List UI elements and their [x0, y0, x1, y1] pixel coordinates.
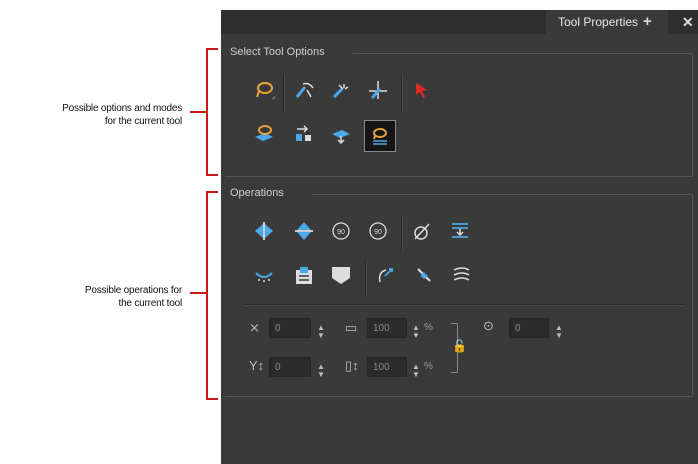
separator	[401, 216, 403, 252]
annotation-operations-line2: the current tool	[118, 298, 182, 309]
close-icon[interactable]: ✕	[682, 10, 694, 34]
y-offset-icon: Y↕	[249, 358, 265, 373]
width-icon: ▭	[345, 320, 358, 335]
width-field[interactable]: 100	[367, 318, 407, 338]
rotate-90-cw-icon[interactable]: 90	[328, 218, 354, 244]
lasso-selected-icon[interactable]	[364, 120, 396, 152]
width-spin-icon[interactable]: ▲ ▼	[412, 324, 420, 340]
tool-properties-panel: Tool Properties + ✕ Select Tool Options	[221, 10, 698, 464]
options-bracket	[206, 48, 218, 176]
cutter-icon[interactable]	[411, 262, 437, 288]
plus-icon[interactable]: +	[643, 10, 652, 34]
operations-group: Operations 90 90 ⨯ 0 ▲ ▼ ▭ 100 ▲ ▼ % ⊙ 0…	[225, 187, 693, 397]
select-brush-icon[interactable]	[328, 77, 354, 103]
flatten-icon[interactable]	[447, 218, 473, 244]
create-color-art-icon[interactable]	[328, 262, 354, 288]
lasso-icon[interactable]	[251, 77, 277, 103]
x-spin-icon[interactable]: ▲ ▼	[317, 324, 325, 340]
tab-title: Tool Properties	[558, 15, 639, 29]
select-tool-options-group: Select Tool Options	[225, 46, 693, 177]
width-percent: %	[424, 322, 433, 333]
annotation-options-line2: for the current tool	[104, 116, 182, 127]
group-rule	[353, 53, 693, 54]
x-offset-icon: ⨯	[249, 320, 260, 335]
red-arrow-icon[interactable]	[409, 77, 435, 103]
select-transform-icon[interactable]	[291, 77, 317, 103]
group-rule	[311, 194, 693, 195]
operations-bracket	[206, 191, 218, 400]
contour-icon[interactable]	[449, 262, 475, 288]
svg-text:90: 90	[374, 229, 382, 236]
annotation-operations: Possible operations for the current tool	[0, 284, 182, 310]
annotation-options: Possible options and modes for the curre…	[0, 102, 182, 128]
distribute-icon[interactable]	[291, 262, 317, 288]
y-spin-icon[interactable]: ▲ ▼	[317, 363, 325, 379]
angle-icon: ⊙	[483, 318, 494, 333]
separator	[283, 75, 285, 111]
annotation-options-line1: Possible options and modes	[62, 103, 182, 114]
height-spin-icon[interactable]: ▲ ▼	[412, 363, 420, 379]
svg-text:90: 90	[337, 229, 345, 236]
tab-bar: Tool Properties + ✕	[221, 10, 698, 34]
separator	[401, 75, 403, 111]
annotation-operations-tick	[190, 292, 206, 294]
y-field[interactable]: 0	[269, 357, 311, 377]
separator	[365, 260, 367, 296]
operations-divider	[245, 304, 685, 306]
bend-icon[interactable]	[373, 262, 399, 288]
group-rule	[692, 53, 693, 176]
x-field[interactable]: 0	[269, 318, 311, 338]
flip-vertical-icon[interactable]	[291, 218, 317, 244]
select-pencil-icon[interactable]	[365, 77, 391, 103]
group-rule	[692, 194, 693, 396]
height-icon: ▯↕	[345, 358, 359, 373]
operations-title: Operations	[227, 187, 287, 199]
dropper-icon[interactable]	[409, 218, 435, 244]
height-field[interactable]: 100	[367, 357, 407, 377]
select-tool-options-title: Select Tool Options	[227, 46, 328, 58]
apply-layer-icon[interactable]	[328, 121, 354, 147]
lasso-layer-icon[interactable]	[251, 121, 277, 147]
cut-icon[interactable]	[291, 121, 317, 147]
group-rule	[225, 176, 693, 177]
lock-icon[interactable]: 🔓	[452, 339, 467, 353]
group-rule	[225, 396, 693, 397]
annotation-options-tick	[190, 111, 206, 113]
annotation-operations-line1: Possible operations for	[84, 285, 182, 296]
smooth-icon[interactable]	[251, 262, 277, 288]
height-percent: %	[424, 361, 433, 372]
flip-horizontal-icon[interactable]	[251, 218, 277, 244]
tab-tool-properties[interactable]: Tool Properties +	[546, 10, 668, 34]
rotate-90-ccw-icon[interactable]: 90	[365, 218, 391, 244]
angle-spin-icon[interactable]: ▲ ▼	[555, 324, 563, 340]
angle-field[interactable]: 0	[509, 318, 549, 338]
